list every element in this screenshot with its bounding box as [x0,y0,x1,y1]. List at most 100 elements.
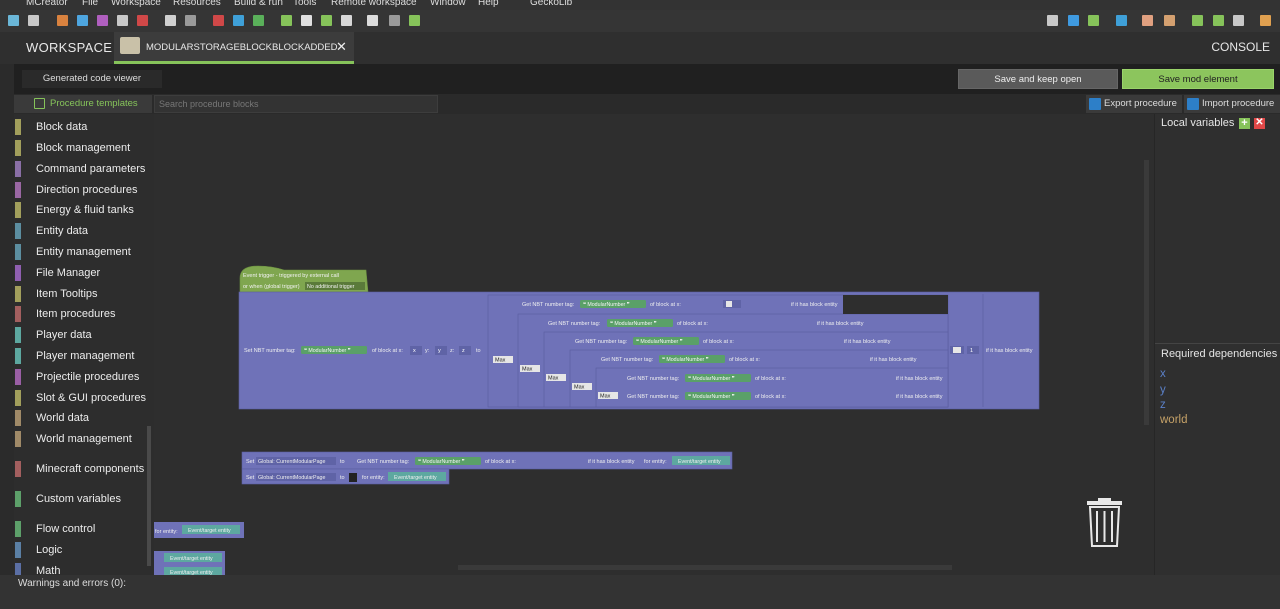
set-global-block[interactable]: Set Global: CurrentModularPage to for en… [241,468,450,485]
palette-category[interactable]: Custom variables [14,489,148,509]
block-palette: Block data Block management Command para… [14,114,154,575]
upload-icon[interactable] [1088,15,1099,26]
get-nbt-row[interactable]: Get NBT number tag: ❝ ModularNumber ❞ of… [548,319,864,327]
variable-icon[interactable] [281,15,292,26]
menu-window[interactable]: Window [430,0,466,8]
palette-category[interactable]: Entity data [14,221,148,241]
get-nbt-row[interactable]: Get NBT number tag: ❝ ModularNumber ❞ of… [516,297,843,311]
grid-icon[interactable] [28,15,39,26]
export-mod-icon[interactable] [1260,15,1271,26]
canvas-hscroll[interactable] [458,565,952,570]
palette-category[interactable]: Item procedures [14,304,148,324]
get-nbt-label: Get NBT number tag: [575,339,628,345]
model-icon[interactable] [165,15,176,26]
palette-category[interactable]: World data [14,408,148,428]
generated-code-button[interactable]: Generated code viewer [22,70,162,88]
download-icon[interactable] [1068,15,1079,26]
category-color-swatch [15,431,21,447]
to-label: to [340,459,345,465]
trigger-block[interactable]: Event trigger - triggered by external ca… [239,265,369,293]
menu-workspace[interactable]: Workspace [111,0,161,8]
hammer-icon[interactable] [1164,15,1175,26]
category-color-swatch [15,348,21,364]
blockly-workspace[interactable]: Event trigger - triggered by external ca… [154,114,1154,575]
workspace-icon[interactable] [8,15,19,26]
palette-category[interactable]: Block data [14,117,148,137]
tab-element[interactable]: MODULARSTORAGEBLOCKBLOCKADDED ✕ [114,32,354,64]
menu-file[interactable]: File [82,0,98,8]
eraser-icon[interactable] [1142,15,1153,26]
import-procedure-button[interactable]: Import procedure [1184,95,1280,113]
palette-category[interactable]: Logic [14,540,148,560]
tab-workspace[interactable]: WORKSPACE [14,32,114,64]
sound-icon[interactable] [233,15,244,26]
remove-variable-button[interactable]: ✕ [1254,118,1265,129]
run-client-icon[interactable] [1192,15,1203,26]
trash-icon[interactable] [1087,498,1122,547]
run-server-icon[interactable] [1213,15,1224,26]
java-icon[interactable] [321,15,332,26]
palette-category[interactable]: Minecraft components [14,459,148,479]
menu-build-run[interactable]: Build & run [234,0,283,8]
set-nbt-block[interactable]: Set NBT number tag: ❝ ModularNumber ❞ of… [238,291,1040,410]
save-mod-element-button[interactable]: Save mod element [1122,69,1274,89]
menu-resources[interactable]: Resources [173,0,221,8]
get-nbt-row[interactable]: Get NBT number tag: ❝ ModularNumber ❞ of… [627,374,943,382]
palette-category[interactable]: Flow control [14,519,148,539]
search-blocks-input[interactable]: Search procedure blocks [154,95,438,113]
menu-geckolib[interactable]: GeckoLib [530,0,572,8]
animation-icon[interactable] [137,15,148,26]
palette-scrollbar[interactable] [147,426,151,566]
recipe-icon[interactable] [213,15,224,26]
git-icon[interactable] [1047,15,1058,26]
menu-mcreator[interactable]: MCreator [26,0,68,8]
pencil-icon[interactable] [409,15,420,26]
gradle-icon[interactable] [389,15,400,26]
export-icon[interactable] [1116,15,1127,26]
palette-category[interactable]: Direction procedures [14,180,148,200]
palette-category[interactable]: Command parameters [14,159,148,179]
mod-icon[interactable] [97,15,108,26]
get-nbt-row[interactable]: Get NBT number tag: ❝ ModularNumber ❞ of… [575,337,891,345]
cloud-icon[interactable] [301,15,312,26]
paint-icon[interactable] [341,15,352,26]
palette-category[interactable]: Projectile procedures [14,367,148,387]
export-procedure-button[interactable]: Export procedure [1086,95,1182,113]
svg-text:❝ ModularNumber ❞: ❝ ModularNumber ❞ [304,348,351,354]
palette-category[interactable]: World management [14,429,148,449]
tab-console[interactable]: CONSOLE [1211,40,1270,54]
procedure-templates-button[interactable]: Procedure templates [14,95,152,113]
category-color-swatch [15,461,21,477]
palette-category[interactable]: Player data [14,325,148,345]
menu-help[interactable]: Help [478,0,499,8]
canvas-vscroll[interactable] [1144,160,1149,425]
palette-category[interactable]: Energy & fluid tanks [14,200,148,220]
get-nbt-row[interactable]: Get NBT number tag: ❝ ModularNumber ❞ of… [601,355,917,363]
structure-icon[interactable] [185,15,196,26]
save-keep-open-button[interactable]: Save and keep open [958,69,1118,89]
z-var: z [462,348,465,354]
menu-tools[interactable]: Tools [293,0,316,8]
partial-block[interactable]: Event/target entity Event/target entity [154,551,225,575]
set-global-block[interactable]: Set Global: CurrentModularPage to Get NB… [241,451,733,470]
palette-category[interactable]: Item Tooltips [14,284,148,304]
palette-category[interactable]: Slot & GUI procedures [14,388,148,408]
texture-icon[interactable] [117,15,128,26]
add-variable-button[interactable]: + [1239,118,1250,129]
category-label: Entity management [36,246,131,258]
palette-category[interactable]: File Manager [14,263,148,283]
globe-icon[interactable] [77,15,88,26]
translation-icon[interactable] [367,15,378,26]
partial-block[interactable]: for entity: Event/target entity [154,522,244,538]
stop-icon[interactable] [1233,15,1244,26]
palette-category[interactable]: Player management [14,346,148,366]
palette-category[interactable]: Math [14,561,148,575]
new-element-icon[interactable] [57,15,68,26]
palette-category[interactable]: Entity management [14,242,148,262]
svg-text:❝ ModularNumber ❞: ❝ ModularNumber ❞ [610,321,657,327]
menu-remote-workspace[interactable]: Remote workspace [331,0,417,8]
palette-category[interactable]: Block management [14,138,148,158]
tag-icon[interactable] [253,15,264,26]
get-nbt-row[interactable]: Get NBT number tag: ❝ ModularNumber ❞ of… [627,392,943,400]
close-icon[interactable]: ✕ [336,39,347,55]
